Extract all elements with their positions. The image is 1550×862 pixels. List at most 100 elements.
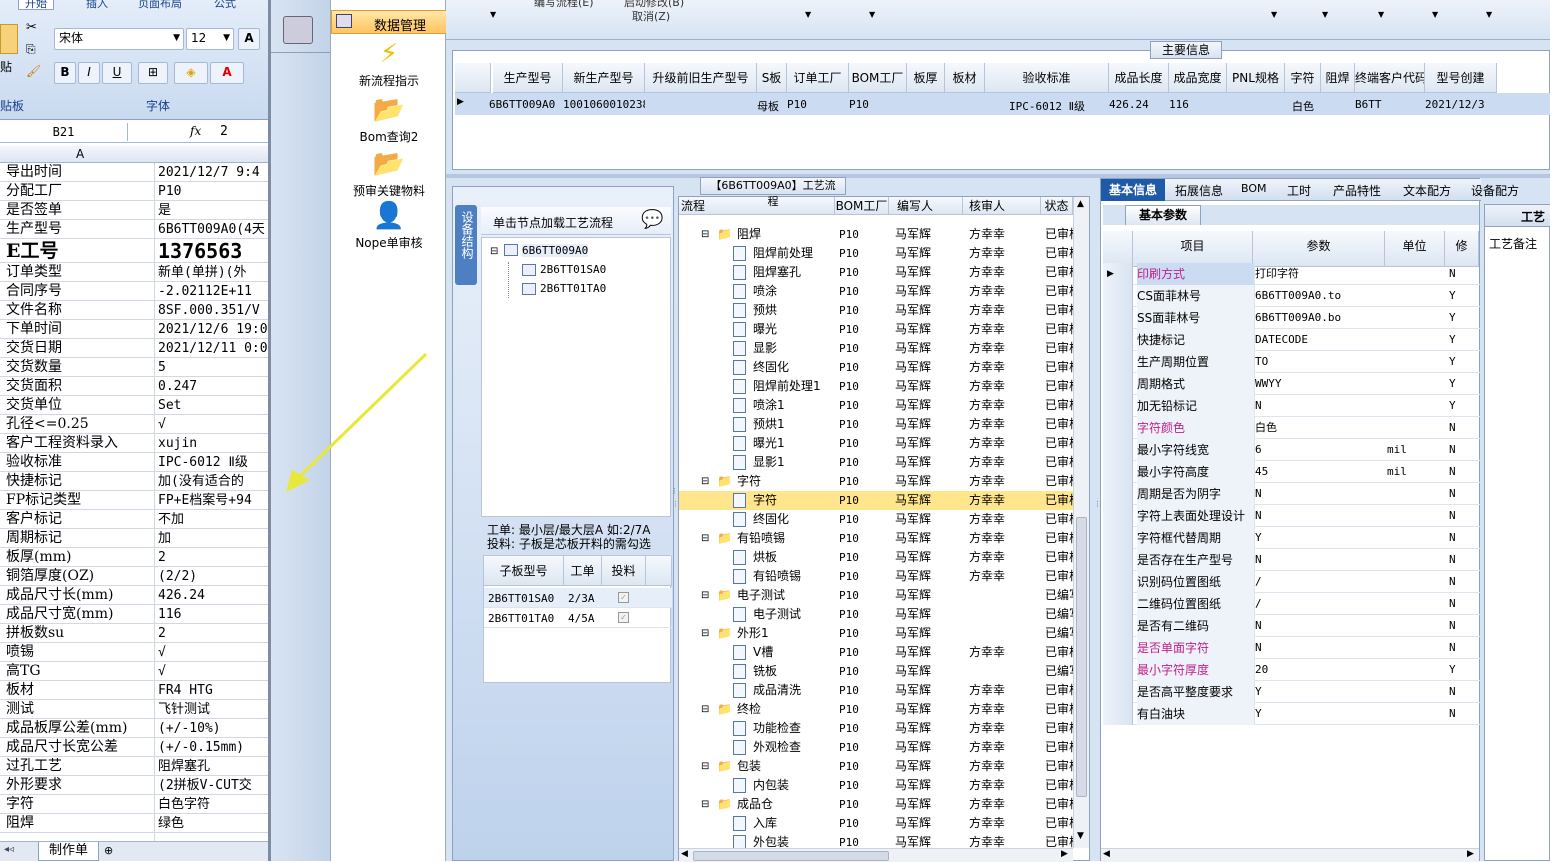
cell-a[interactable]: 周期标记 xyxy=(6,529,154,547)
col-reviewer[interactable]: 核审人 xyxy=(963,197,1041,215)
cell-a[interactable]: 合同序号 xyxy=(6,282,154,300)
row-indicator[interactable] xyxy=(1103,703,1133,725)
cell-b[interactable]: 5 xyxy=(158,358,166,376)
collapse-icon[interactable]: ⊟ xyxy=(701,472,709,491)
splitter-grip[interactable]: ⋮ xyxy=(671,487,678,495)
flow-row[interactable]: ⊟ 📁 字符 P10 马军辉 方幸幸 已审核 xyxy=(679,472,1073,491)
sheet-row[interactable]: 阻焊 绿色 xyxy=(0,814,268,833)
cell-b[interactable]: FP+E档案号+94 xyxy=(158,491,252,509)
flow-row[interactable]: 预烘1 P10 马军辉 方幸幸 已审核 xyxy=(679,415,1073,434)
cell-a[interactable]: 快捷标记 xyxy=(6,472,154,490)
param-row[interactable]: 二维码位置图纸 / N xyxy=(1103,593,1481,615)
col-header[interactable]: S板 xyxy=(757,63,787,93)
param-row[interactable]: 识别码位置图纸 / N xyxy=(1103,571,1481,593)
cell-b[interactable]: 阻焊塞孔 xyxy=(158,757,210,775)
col-work-order[interactable]: 工单 xyxy=(564,556,602,586)
cell-b[interactable]: 不加 xyxy=(158,510,184,528)
scroll-left-icon[interactable]: ◀ xyxy=(1103,849,1110,859)
sheet-row[interactable]: FP标记类型 FP+E档案号+94 xyxy=(0,491,268,510)
col-header[interactable]: 字符 xyxy=(1285,63,1321,93)
sheet-row[interactable]: 客户标记 不加 xyxy=(0,510,268,529)
col-header[interactable]: 终端客户代码 xyxy=(1355,63,1425,93)
flow-row[interactable]: ⊟ 📁 电子测试 P10 马军辉 已编写 xyxy=(679,586,1073,605)
cell-b[interactable]: 飞针测试 xyxy=(158,700,210,718)
tab-basic-info[interactable]: 基本信息 xyxy=(1101,179,1165,201)
flow-row[interactable]: ⊟ 📁 包装 P10 马军辉 方幸幸 已审核 xyxy=(679,757,1073,776)
tab-extended-info[interactable]: 拓展信息 xyxy=(1175,182,1223,199)
flow-row[interactable]: 外观检查 P10 马军辉 方幸幸 已审核 xyxy=(679,738,1073,757)
col-param[interactable]: 参数 xyxy=(1253,231,1385,267)
cell-a[interactable]: 订单类型 xyxy=(6,263,154,281)
font-name-select[interactable]: 宋体 ▼ xyxy=(54,28,184,50)
param-row[interactable]: SS面菲林号 6B6TT009A0.bo Y xyxy=(1103,307,1481,329)
sheet-row[interactable]: 孔径<=0.25 √ xyxy=(0,415,268,434)
col-modify[interactable]: 修 xyxy=(1445,231,1479,267)
cell-a[interactable]: 铜箔厚度(OZ) xyxy=(6,567,154,585)
toolbar-write-flow[interactable]: 编写流程(E) xyxy=(534,0,594,10)
collapse-icon[interactable]: ⊟ xyxy=(701,529,709,548)
scroll-right-icon[interactable]: ▶ xyxy=(1061,849,1068,859)
cell-a[interactable]: 分配工厂 xyxy=(6,182,154,200)
cell-a[interactable]: 文件名称 xyxy=(6,301,154,319)
cell-b[interactable]: 2021/12/11 0:0 xyxy=(158,339,268,357)
sheet-tab-zhizuodan[interactable]: 制作单 xyxy=(38,842,100,861)
col-header[interactable]: 成品宽度 xyxy=(1169,63,1227,93)
row-indicator[interactable] xyxy=(1103,593,1133,615)
chevron-down-icon[interactable]: ▼ xyxy=(490,10,496,19)
cell-b[interactable]: 2021/12/7 9:4 xyxy=(158,163,260,181)
param-row[interactable]: 字符颜色 白色 N xyxy=(1103,417,1481,439)
flow-row[interactable]: 字符 P10 马军辉 方幸幸 已审核 xyxy=(679,491,1073,510)
cell-b[interactable]: Set xyxy=(158,396,181,414)
param-row[interactable]: 周期是否为阴字 N N xyxy=(1103,483,1481,505)
feed-checkbox[interactable]: ✓ xyxy=(618,592,629,603)
cell-a[interactable]: 交货单位 xyxy=(6,396,154,414)
row-indicator[interactable] xyxy=(1103,461,1133,483)
sheet-row[interactable]: 生产型号 6B6TT009A0(4天 xyxy=(0,220,268,239)
sheet-row[interactable]: 成品板厚公差(mm) (+/-10%) xyxy=(0,719,268,738)
sheet-row[interactable]: 拼板数su 2 xyxy=(0,624,268,643)
sheet-row[interactable]: 分配工厂 P10 xyxy=(0,182,268,201)
format-painter-icon[interactable]: 🖌 xyxy=(26,64,41,78)
flow-row[interactable]: 功能检查 P10 马军辉 方幸幸 已审核 xyxy=(679,719,1073,738)
cell-b[interactable]: -2.02112E+11 xyxy=(158,282,252,300)
scroll-down-icon[interactable]: ▼ xyxy=(1077,831,1084,841)
cell-a[interactable]: 生产型号 xyxy=(6,220,154,238)
chevron-down-icon[interactable]: ▼ xyxy=(1486,10,1492,19)
vertical-tab-structure[interactable]: 设备结构 xyxy=(455,205,477,285)
param-row[interactable]: ▶ 印刷方式 打印字符 N xyxy=(1103,263,1481,285)
scroll-thumb[interactable] xyxy=(1076,517,1087,797)
sheet-row[interactable]: 过孔工艺 阻焊塞孔 xyxy=(0,757,268,776)
chevron-down-icon[interactable]: ▼ xyxy=(869,10,875,19)
param-row[interactable]: 是否有二维码 N N xyxy=(1103,615,1481,637)
tab-text-recipe[interactable]: 文本配方 xyxy=(1403,182,1451,199)
cell-a[interactable]: 孔径<=0.25 xyxy=(6,415,154,433)
flow-row[interactable]: 电子测试 P10 马军辉 已编写 xyxy=(679,605,1073,624)
flow-row[interactable]: 显影 P10 马军辉 方幸幸 已审核 xyxy=(679,339,1073,358)
cell-a[interactable]: 字符 xyxy=(6,795,154,813)
cell-b[interactable]: √ xyxy=(158,643,166,661)
col-sub-board[interactable]: 子板型号 xyxy=(484,556,564,586)
row-indicator[interactable] xyxy=(1103,659,1133,681)
chevron-down-icon[interactable]: ▼ xyxy=(1378,10,1384,19)
font-size-select[interactable]: 12 ▼ xyxy=(186,28,234,50)
flow-vertical-scrollbar[interactable]: ▲ ▼ xyxy=(1073,197,1089,848)
chevron-down-icon[interactable]: ▼ xyxy=(1271,10,1277,19)
menu-item-nope-review[interactable]: 👤 Nope单审核 xyxy=(331,202,447,251)
collapse-icon[interactable]: ⊟ xyxy=(701,700,709,719)
flow-row[interactable]: ⊟ 📁 成品仓 P10 马军辉 方幸幸 已审核 xyxy=(679,795,1073,814)
row-indicator[interactable] xyxy=(1103,373,1133,395)
row-indicator[interactable] xyxy=(1103,439,1133,461)
sheet-row[interactable]: 交货日期 2021/12/11 0:0 xyxy=(0,339,268,358)
paste-icon[interactable] xyxy=(0,24,18,54)
cell-a[interactable]: 下单时间 xyxy=(6,320,154,338)
cell-b[interactable]: (2/2) xyxy=(158,567,197,585)
flow-row[interactable]: 显影1 P10 马军辉 方幸幸 已审核 xyxy=(679,453,1073,472)
cell-a[interactable]: 成品尺寸宽(mm) xyxy=(6,605,154,623)
cell-b[interactable]: 新单(单拼)(外 xyxy=(158,263,246,281)
menu-item-pre-review[interactable]: 📂 预审关键物料 xyxy=(331,150,447,199)
cell-b[interactable]: (+/-10%) xyxy=(158,719,221,737)
tree-node-child[interactable]: 2B6TT01TA0 xyxy=(540,282,606,295)
flow-row[interactable]: 终固化 P10 马军辉 方幸幸 已审核 xyxy=(679,358,1073,377)
sheet-row[interactable]: 是否签单是 xyxy=(0,201,268,220)
param-row[interactable]: 有白油块 Y N xyxy=(1103,703,1481,725)
